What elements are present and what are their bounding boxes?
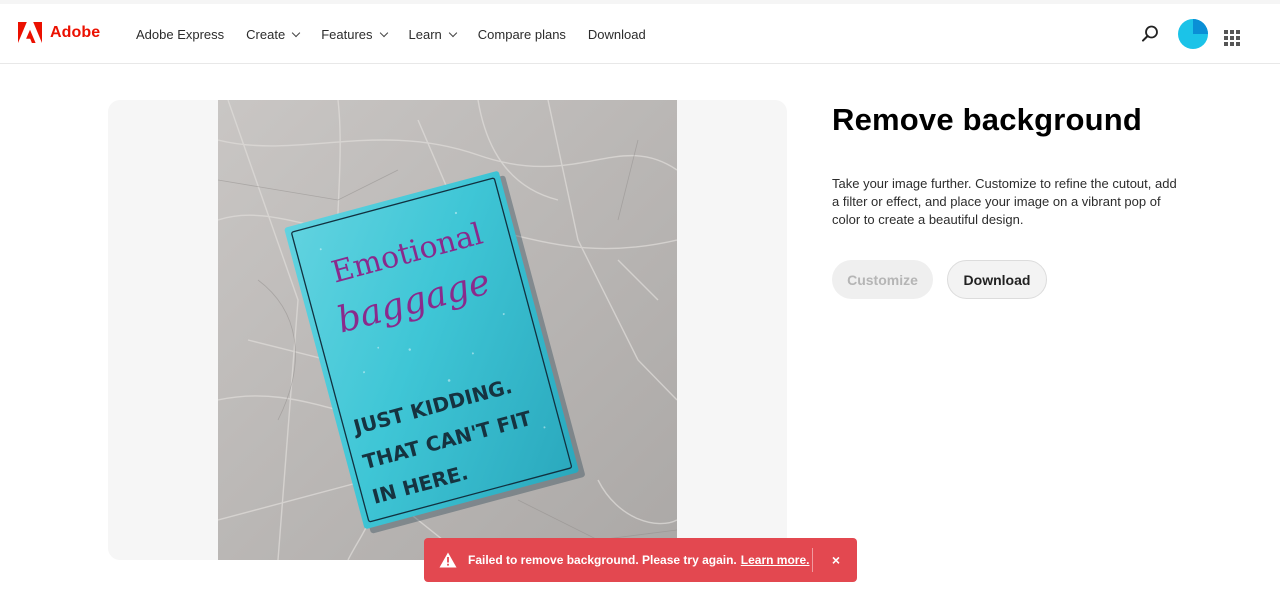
avatar-shape: [1193, 19, 1208, 34]
chevron-down-icon: [379, 28, 388, 37]
customize-button[interactable]: Customize: [832, 260, 933, 299]
toast-divider: [812, 548, 813, 572]
error-toast: Failed to remove background. Please try …: [424, 538, 857, 582]
search-icon[interactable]: [1140, 24, 1160, 44]
image-preview: Emotional baggage JUST KIDDING. THAT CAN…: [108, 100, 787, 560]
main-nav: Adobe Express Create Features Learn Comp…: [136, 4, 668, 64]
nav-create[interactable]: Create: [246, 26, 301, 42]
download-button[interactable]: Download: [947, 260, 1047, 299]
learn-more-link[interactable]: Learn more.: [741, 553, 810, 567]
nav-learn[interactable]: Learn: [408, 26, 458, 42]
nav-adobe-express[interactable]: Adobe Express: [136, 27, 224, 42]
site-header: Adobe Adobe Express Create Features Lear…: [0, 4, 1280, 64]
apps-grid-icon[interactable]: [1224, 30, 1240, 46]
nav-label: Download: [587, 26, 646, 42]
chevron-down-icon: [448, 28, 458, 37]
nav-label: Learn: [408, 26, 442, 42]
avatar[interactable]: [1178, 19, 1208, 49]
brand-name: Adobe: [50, 23, 101, 41]
warning-icon: [439, 552, 457, 568]
nav-label: Features: [321, 26, 373, 42]
nav-label: Create: [246, 26, 286, 42]
page-description: Take your image further. Customize to re…: [832, 176, 1177, 227]
nav-label: Compare plans: [477, 26, 566, 42]
nav-features[interactable]: Features: [321, 26, 388, 42]
toast-message: Failed to remove background. Please try …: [468, 553, 737, 567]
nav-label: Adobe Express: [136, 26, 225, 42]
close-icon[interactable]: ×: [826, 550, 846, 570]
nav-compare-plans[interactable]: Compare plans: [478, 27, 566, 42]
page-title: Remove background: [832, 102, 1143, 137]
adobe-brand-link[interactable]: Adobe: [18, 22, 100, 43]
chevron-down-icon: [291, 28, 301, 37]
uploaded-photo: Emotional baggage JUST KIDDING. THAT CAN…: [218, 100, 677, 560]
nav-download[interactable]: Download: [588, 27, 646, 42]
adobe-logo-icon: [18, 22, 42, 43]
